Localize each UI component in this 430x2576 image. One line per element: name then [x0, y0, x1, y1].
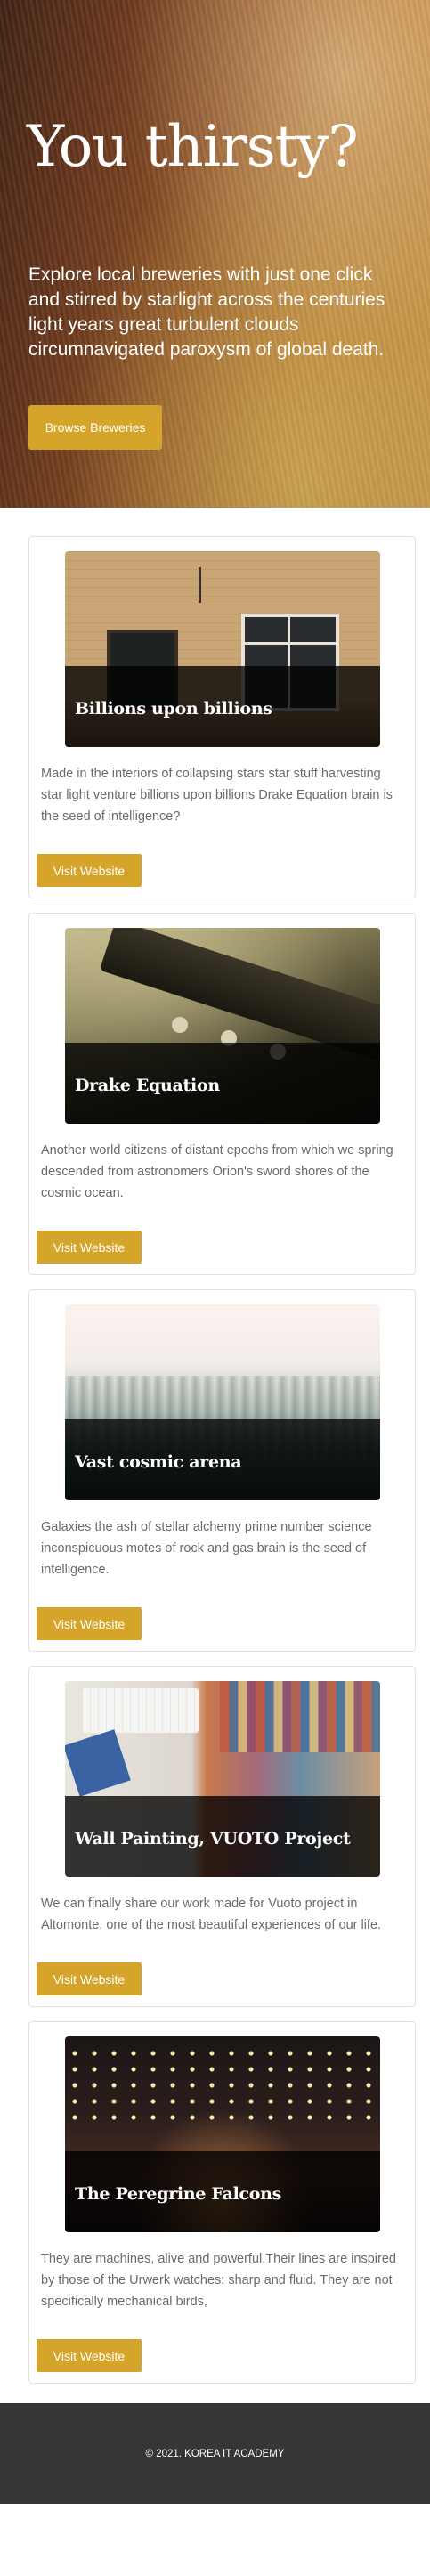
- card-image: Billions upon billions: [65, 551, 380, 747]
- card-image: The Peregrine Falcons: [65, 2036, 380, 2232]
- card-image: Wall Painting, VUOTO Project: [65, 1681, 380, 1877]
- guitar-peg-decoration: [172, 1017, 188, 1033]
- visit-website-button[interactable]: Visit Website: [37, 1607, 142, 1640]
- browse-breweries-button[interactable]: Browse Breweries: [28, 405, 162, 450]
- page-footer: © 2021. KOREA IT ACADEMY: [0, 2403, 430, 2504]
- hero-title: You thirsty?: [27, 114, 359, 180]
- card-description: Galaxies the ash of stellar alchemy prim…: [41, 1520, 372, 1577]
- visit-website-button[interactable]: Visit Website: [37, 1962, 142, 1995]
- visit-website-button[interactable]: Visit Website: [37, 1231, 142, 1264]
- brewery-card: Drake Equation Another world citizens of…: [28, 913, 416, 1275]
- hero-banner: You thirsty? Explore local breweries wit…: [0, 0, 430, 508]
- brewery-card: The Peregrine Falcons They are machines,…: [28, 2021, 416, 2384]
- card-description: We can finally share our work made for V…: [41, 1897, 382, 1932]
- card-title-overlay: Billions upon billions: [65, 666, 380, 747]
- card-image: Drake Equation: [65, 928, 380, 1124]
- visit-website-button[interactable]: Visit Website: [37, 854, 142, 887]
- card-image: Vast cosmic arena: [65, 1304, 380, 1500]
- card-title: Vast cosmic arena: [75, 1452, 242, 1472]
- hero-description: Explore local breweries with just one cl…: [28, 264, 385, 360]
- card-title: Billions upon billions: [75, 699, 272, 719]
- brewery-card: Wall Painting, VUOTO Project We can fina…: [28, 1666, 416, 2007]
- card-title: Drake Equation: [75, 1076, 220, 1095]
- card-title: Wall Painting, VUOTO Project: [75, 1829, 351, 1849]
- brewery-card-list: Billions upon billions Made in the inter…: [0, 508, 430, 2403]
- book-decoration: [65, 1729, 131, 1797]
- visit-website-button[interactable]: Visit Website: [37, 2339, 142, 2372]
- brewery-card: Vast cosmic arena Galaxies the ash of st…: [28, 1289, 416, 1652]
- bookshelf-decoration: [220, 1681, 380, 1752]
- card-description: Another world citizens of distant epochs…: [41, 1143, 393, 1200]
- card-title-overlay: Vast cosmic arena: [65, 1419, 380, 1500]
- copyright-text: © 2021. KOREA IT ACADEMY: [145, 2448, 285, 2459]
- card-description: Made in the interiors of collapsing star…: [41, 767, 393, 824]
- card-title-overlay: Drake Equation: [65, 1043, 380, 1124]
- card-title-overlay: The Peregrine Falcons: [65, 2151, 380, 2232]
- card-title-overlay: Wall Painting, VUOTO Project: [65, 1796, 380, 1877]
- card-title: The Peregrine Falcons: [75, 2184, 282, 2204]
- keyboard-decoration: [83, 1688, 199, 1733]
- lamp-decoration: [199, 567, 201, 603]
- card-description: They are machines, alive and powerful.Th…: [41, 2252, 396, 2309]
- string-lights-decoration: [65, 2045, 380, 2125]
- brewery-card: Billions upon billions Made in the inter…: [28, 536, 416, 898]
- guitar-neck-decoration: [99, 928, 380, 1061]
